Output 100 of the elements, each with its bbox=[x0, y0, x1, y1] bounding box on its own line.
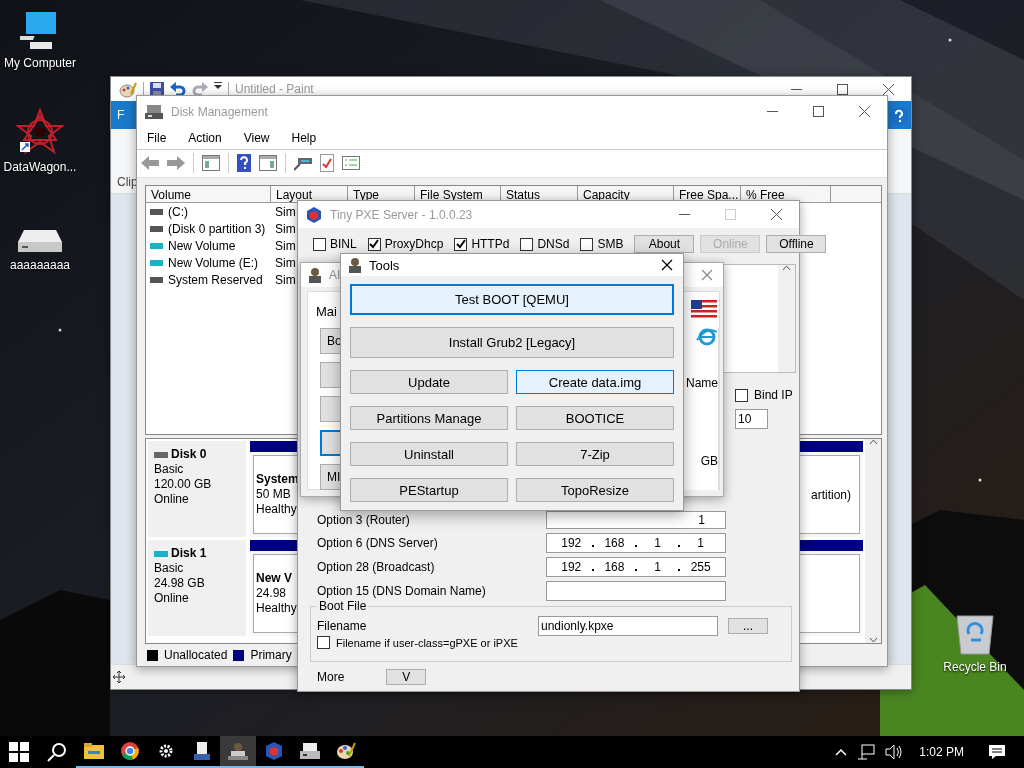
scrollbar[interactable] bbox=[778, 265, 795, 372]
menu-item[interactable]: File bbox=[147, 130, 167, 145]
checkbox-label[interactable]: BINL bbox=[330, 237, 357, 251]
disk-status: Online bbox=[154, 591, 190, 606]
option-label: Option 28 (Broadcast) bbox=[317, 559, 436, 574]
tool-button[interactable]: Create data.img bbox=[516, 370, 674, 394]
panel-icon[interactable] bbox=[259, 155, 277, 172]
tool-button[interactable]: BOOTICE bbox=[516, 406, 674, 430]
taskbar-app[interactable] bbox=[220, 736, 256, 768]
desktop-icon-label[interactable]: DataWagon... bbox=[3, 160, 77, 174]
toolbar-button[interactable]: Offline bbox=[766, 235, 827, 253]
start-icon[interactable] bbox=[9, 742, 29, 762]
desktop-icon-label[interactable]: aaaaaaaaa bbox=[9, 258, 71, 272]
scrollbar[interactable] bbox=[865, 439, 881, 643]
ip-field[interactable] bbox=[546, 580, 726, 601]
menu-item[interactable]: Help bbox=[291, 130, 317, 145]
ip-field[interactable]: 192 168 1 1 bbox=[546, 532, 726, 553]
tool-button[interactable]: 7-Zip bbox=[516, 442, 674, 466]
close-icon[interactable] bbox=[882, 83, 894, 95]
tool-button[interactable]: Update bbox=[350, 370, 508, 394]
ip-field[interactable]: 1 bbox=[546, 511, 726, 529]
chevron-down-icon[interactable] bbox=[868, 637, 878, 643]
checklist-icon[interactable] bbox=[320, 154, 334, 173]
drive-icon[interactable] bbox=[294, 155, 312, 172]
volume-icon[interactable] bbox=[885, 744, 904, 760]
clock[interactable]: 1:02 PM bbox=[919, 745, 964, 759]
checkbox-label[interactable]: SMB bbox=[597, 237, 624, 251]
drive-icon bbox=[154, 550, 168, 557]
person-icon bbox=[347, 257, 363, 273]
table-cell-text: Sim bbox=[274, 255, 296, 270]
menu-item[interactable]: View bbox=[243, 130, 270, 145]
checkbox[interactable] bbox=[520, 237, 534, 251]
column-header[interactable] bbox=[831, 186, 881, 203]
close-icon[interactable] bbox=[770, 209, 782, 220]
move-icon bbox=[113, 671, 125, 683]
input-field[interactable]: 10 bbox=[735, 409, 768, 429]
network-icon[interactable] bbox=[857, 744, 876, 760]
window-title: Disk Management bbox=[171, 104, 268, 119]
input-field[interactable]: undionly.kpxe bbox=[538, 615, 718, 636]
browse-button[interactable]: ... bbox=[728, 617, 768, 634]
tool-button[interactable]: Test BOOT [QEMU] bbox=[350, 284, 674, 315]
checkbox[interactable] bbox=[735, 388, 748, 402]
ribbon-tab[interactable]: F bbox=[111, 101, 125, 122]
checkbox[interactable] bbox=[317, 636, 330, 649]
toolbar-button[interactable]: About bbox=[634, 235, 695, 253]
help-icon[interactable] bbox=[890, 107, 908, 125]
drive-icon bbox=[300, 743, 320, 759]
flag-icon[interactable] bbox=[691, 300, 717, 318]
drive-icon bbox=[150, 259, 163, 266]
tab[interactable]: Mai bbox=[316, 304, 337, 319]
globe-icon bbox=[696, 328, 718, 346]
checkbox[interactable] bbox=[313, 237, 326, 251]
recycle-bin-icon[interactable] bbox=[955, 612, 995, 656]
star-icon[interactable] bbox=[16, 108, 64, 156]
checkbox-label[interactable]: ProxyDhcp bbox=[384, 237, 444, 251]
undo-icon[interactable] bbox=[170, 82, 186, 96]
panel-icon[interactable] bbox=[202, 155, 220, 172]
redo-icon[interactable] bbox=[192, 82, 208, 96]
checkbox-label[interactable]: Filename if user-class=gPXE or iPXE bbox=[336, 636, 518, 649]
help-icon[interactable] bbox=[237, 154, 251, 173]
search-icon[interactable] bbox=[47, 742, 67, 762]
palette-icon[interactable] bbox=[119, 82, 137, 98]
close-icon[interactable] bbox=[661, 259, 673, 271]
save-icon[interactable] bbox=[150, 82, 164, 96]
drive-icon bbox=[150, 242, 163, 249]
checkbox-label[interactable]: HTTPd bbox=[471, 237, 510, 251]
minimize-icon[interactable] bbox=[790, 88, 802, 90]
server-icon bbox=[194, 742, 210, 760]
tool-button[interactable]: TopoResize bbox=[516, 478, 674, 502]
partition-status: artition) bbox=[811, 487, 851, 502]
forward-icon[interactable] bbox=[167, 156, 185, 171]
drive-icon bbox=[150, 276, 163, 283]
ip-field[interactable]: 192 168 1 255 bbox=[546, 556, 726, 577]
dropdown-icon[interactable] bbox=[214, 82, 222, 90]
checkbox-label[interactable]: Bind IP bbox=[754, 388, 793, 402]
tool-button[interactable]: Partitions Manage bbox=[350, 406, 508, 430]
back-icon[interactable] bbox=[141, 156, 159, 171]
desktop-icon-label[interactable]: Recycle Bin bbox=[943, 660, 1007, 674]
checkbox-label[interactable]: DNSd bbox=[537, 237, 570, 251]
column-header[interactable]: Volume bbox=[146, 186, 271, 203]
menu-item[interactable]: Action bbox=[188, 130, 222, 145]
close-icon[interactable] bbox=[858, 106, 870, 118]
tool-button[interactable]: Install Grub2 [Legacy] bbox=[350, 327, 674, 358]
notification-icon[interactable] bbox=[988, 744, 1006, 760]
table-cell-text: Sim bbox=[274, 204, 296, 219]
checkbox[interactable] bbox=[454, 237, 468, 251]
drive-icon[interactable] bbox=[18, 228, 62, 254]
disk-status: Online bbox=[154, 492, 190, 507]
minimize-icon[interactable] bbox=[766, 111, 778, 113]
list-icon[interactable] bbox=[342, 156, 360, 171]
desktop-icon-label[interactable]: My Computer bbox=[4, 56, 76, 70]
tool-button[interactable]: Uninstall bbox=[350, 442, 508, 466]
minimize-icon[interactable] bbox=[678, 214, 690, 215]
expand-button[interactable]: V bbox=[386, 669, 427, 685]
checkbox[interactable] bbox=[580, 237, 594, 251]
maximize-icon[interactable] bbox=[812, 106, 824, 118]
tool-button[interactable]: PEStartup bbox=[350, 478, 508, 502]
checkbox[interactable] bbox=[367, 237, 381, 251]
maximize-icon[interactable] bbox=[836, 83, 848, 95]
partition-size: 24.98 bbox=[256, 586, 288, 601]
